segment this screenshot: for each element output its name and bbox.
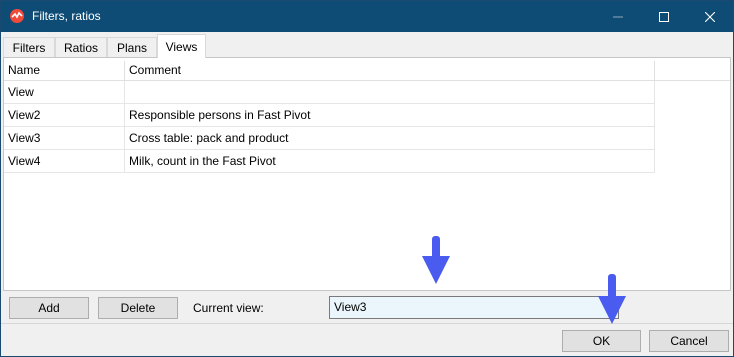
close-button[interactable]	[687, 1, 733, 32]
table-row[interactable]: View4 Milk, count in the Fast Pivot	[4, 150, 655, 173]
cancel-button[interactable]: Cancel	[649, 330, 729, 352]
title-bar[interactable]: Filters, ratios	[1, 1, 733, 32]
cell-name: View	[4, 81, 125, 104]
column-header-filler	[655, 61, 730, 81]
cell-comment: Milk, count in the Fast Pivot	[125, 150, 655, 173]
table-row[interactable]: View	[4, 81, 655, 104]
current-view-label: Current view:	[193, 301, 264, 315]
column-header-name[interactable]: Name	[4, 61, 125, 81]
column-header-comment[interactable]: Comment	[125, 61, 655, 81]
tab-ratios[interactable]: Ratios	[55, 37, 107, 57]
table-row[interactable]: View2 Responsible persons in Fast Pivot	[4, 104, 655, 127]
arrow-down-icon	[422, 236, 450, 284]
cell-name: View4	[4, 150, 125, 173]
add-button[interactable]: Add	[9, 297, 89, 319]
views-panel: Name Comment View View2 Responsible pers…	[3, 57, 731, 291]
maximize-button[interactable]	[641, 1, 687, 32]
cell-name: View2	[4, 104, 125, 127]
cell-comment: Cross table: pack and product	[125, 127, 655, 150]
table-row[interactable]: View3 Cross table: pack and product	[4, 127, 655, 150]
window-title: Filters, ratios	[32, 9, 101, 23]
app-logo-icon	[10, 9, 24, 23]
tab-filters[interactable]: Filters	[3, 37, 55, 57]
current-view-input[interactable]: View3	[329, 296, 619, 319]
cell-comment	[125, 81, 655, 104]
tab-views[interactable]: Views	[157, 34, 206, 58]
delete-button[interactable]: Delete	[98, 297, 178, 319]
maximize-icon	[659, 11, 669, 22]
cell-comment: Responsible persons in Fast Pivot	[125, 104, 655, 127]
tab-plans[interactable]: Plans	[107, 37, 157, 57]
minimize-icon	[613, 16, 623, 17]
close-icon	[705, 11, 715, 22]
ok-button[interactable]: OK	[562, 330, 641, 352]
minimize-button[interactable]	[595, 1, 641, 32]
arrow-down-icon	[598, 274, 626, 324]
cell-name: View3	[4, 127, 125, 150]
